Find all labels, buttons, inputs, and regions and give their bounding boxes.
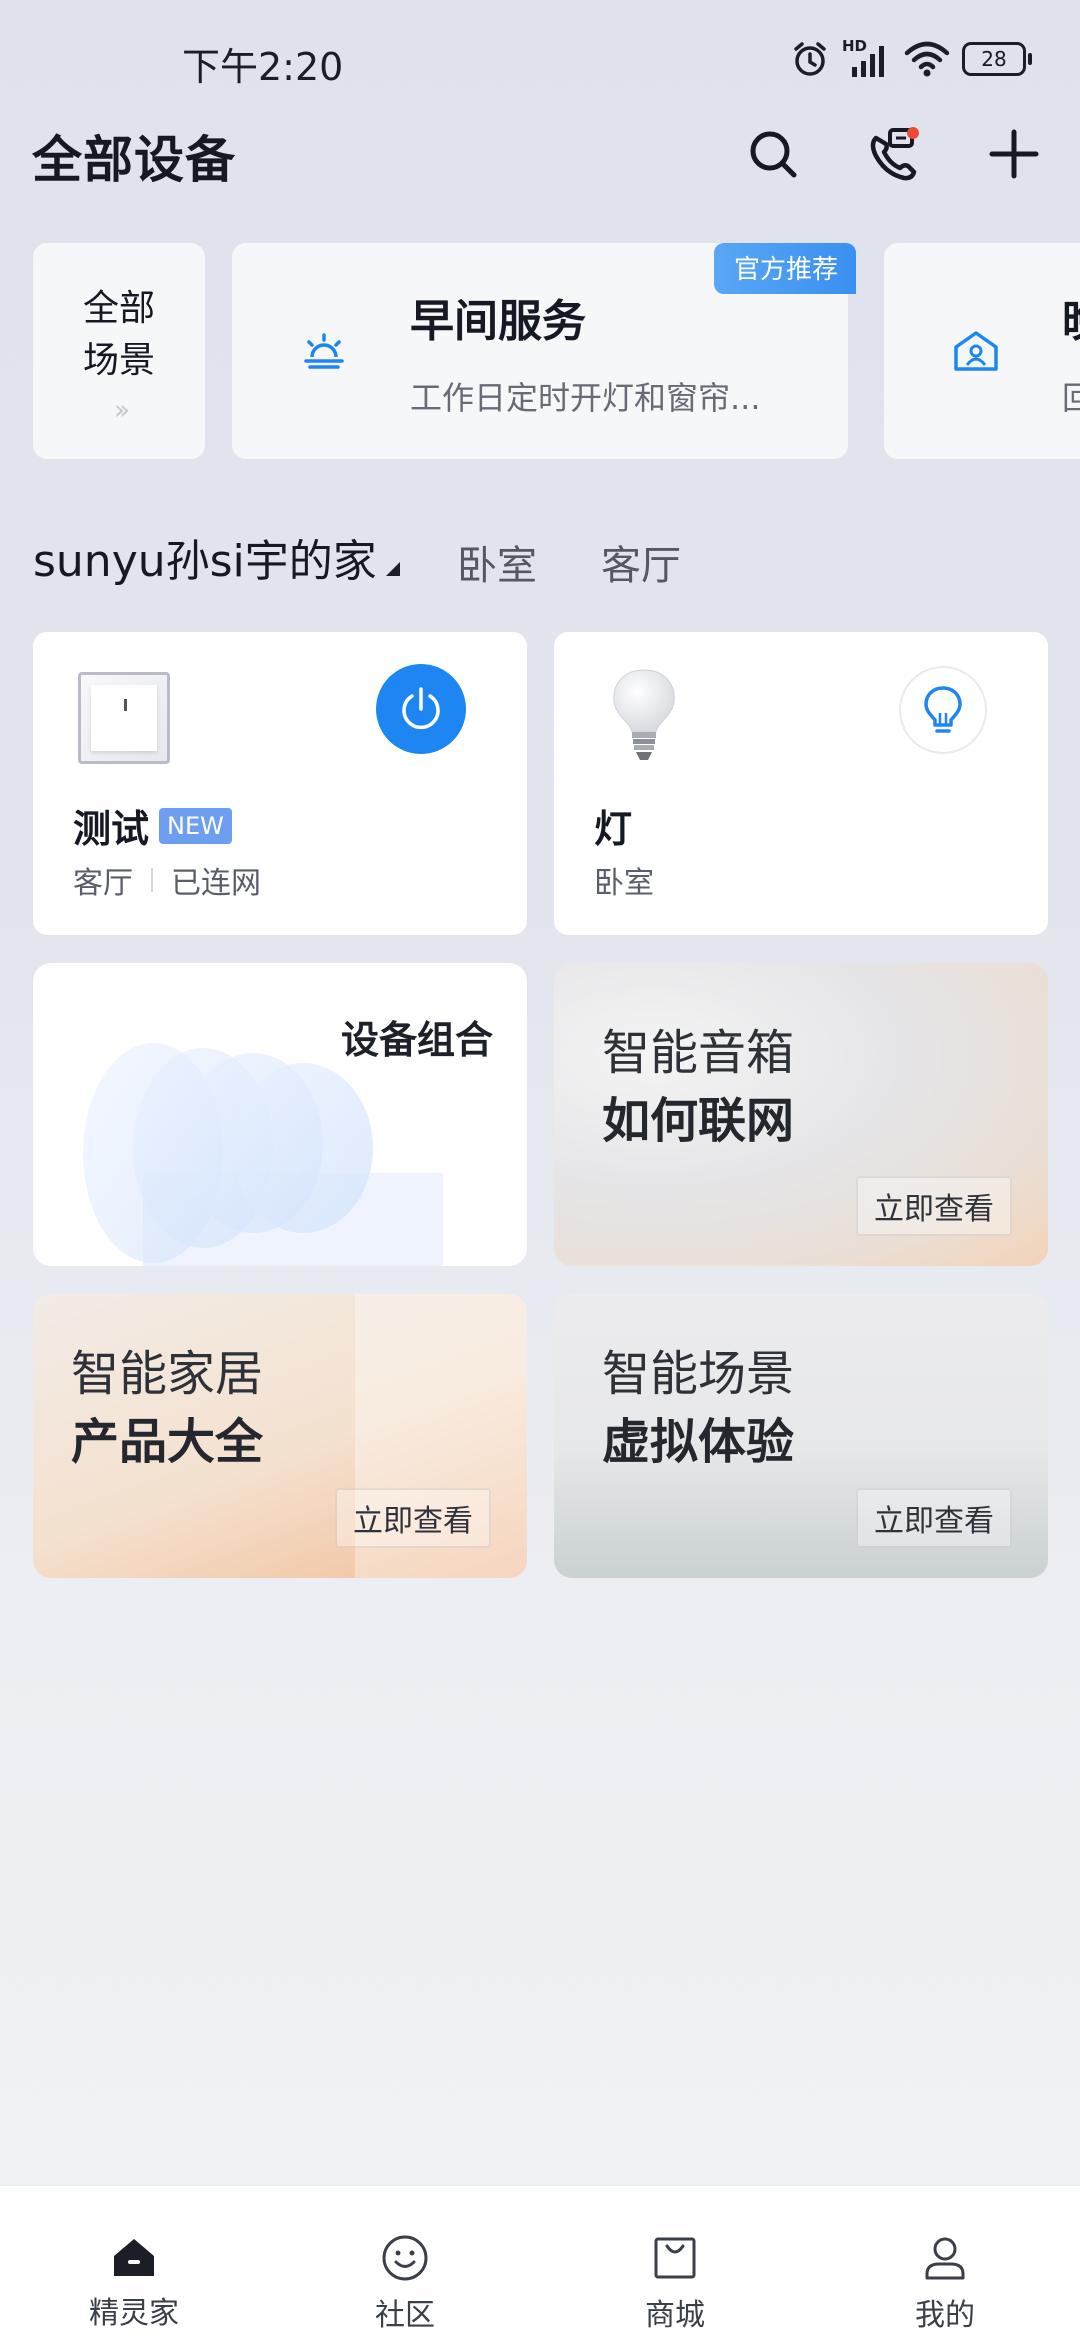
promo-line1: 智能音箱	[602, 1025, 795, 1081]
device-card-light[interactable]: 灯 卧室	[554, 632, 1048, 935]
view-now-button[interactable]: 立即查看	[856, 1176, 1012, 1236]
promo-title: 设备组合	[340, 1018, 493, 1062]
nav-item-store[interactable]: 商城	[575, 2234, 775, 2334]
bottom-nav: 精灵家 社区 商城 我的	[0, 2185, 1080, 2341]
signal-icon: HD	[842, 37, 892, 79]
promo-line2: 产品大全	[71, 1414, 264, 1470]
status-icons: HD 28	[790, 36, 1032, 82]
promo-line2: 虚拟体验	[602, 1414, 795, 1470]
alarm-icon	[794, 42, 826, 76]
shopping-bag-icon	[654, 2237, 696, 2279]
lightbulb-icon	[924, 686, 962, 733]
device-card-test[interactable]: 测试 NEW 客厅 已连网	[33, 632, 527, 935]
official-recommend-badge: 官方推荐	[713, 243, 856, 294]
sunrise-icon	[304, 333, 344, 369]
device-room: 客厅	[73, 866, 133, 901]
scene-title: 早间服务	[410, 296, 586, 347]
promo-smart-speaker[interactable]: 智能音箱 如何联网 立即查看	[554, 963, 1048, 1266]
power-icon	[402, 687, 440, 730]
scene-card-morning[interactable]: 早间服务 工作日定时开灯和窗帘... 官方推荐	[232, 243, 856, 459]
scene-card-evening[interactable]: 晚 回	[884, 243, 1080, 459]
home-selector[interactable]: sunyu孙si宇的家	[33, 525, 377, 589]
nav-label: 精灵家	[89, 2296, 179, 2331]
home-user-icon	[954, 331, 998, 371]
page-title: 全部设备	[32, 131, 236, 189]
device-name: 灯	[594, 807, 633, 851]
wifi-icon	[904, 41, 950, 77]
search-icon	[750, 131, 797, 178]
view-now-button[interactable]: 立即查看	[856, 1488, 1012, 1548]
double-chevron-right-icon: ››	[113, 393, 131, 426]
nav-label: 社区	[375, 2298, 435, 2333]
device-name: 测试	[73, 807, 150, 851]
device-status: 已连网	[171, 866, 261, 901]
all-scenes-label-2: 场景	[82, 340, 155, 381]
power-toggle-button[interactable]	[376, 664, 466, 754]
nav-item-me[interactable]: 我的	[845, 2234, 1045, 2334]
voice-call-button[interactable]	[858, 118, 930, 190]
promo-line2: 如何联网	[602, 1093, 795, 1149]
promo-line1: 智能家居	[71, 1346, 264, 1402]
smile-icon	[382, 2235, 428, 2281]
user-icon	[925, 2237, 965, 2280]
promo-smart-home[interactable]: 智能家居 产品大全 立即查看	[33, 1294, 527, 1578]
scene-title: 晚	[1062, 285, 1080, 349]
nav-label: 我的	[915, 2298, 975, 2333]
add-button[interactable]	[978, 118, 1050, 190]
light-toggle-button[interactable]	[899, 666, 987, 754]
nav-item-community[interactable]: 社区	[305, 2234, 505, 2334]
scene-desc: 工作日定时开灯和窗帘...	[410, 379, 761, 417]
all-scenes-label-1: 全部	[82, 288, 155, 329]
light-bulb-device-icon	[613, 669, 675, 760]
search-button[interactable]	[737, 118, 809, 190]
nav-label: 商城	[645, 2298, 705, 2333]
device-combo-card[interactable]: 设备组合	[33, 963, 527, 1266]
divider	[151, 868, 153, 892]
home-icon	[114, 2239, 154, 2276]
promo-line1: 智能场景	[602, 1346, 795, 1402]
plus-icon	[989, 129, 1039, 179]
status-time: 下午2:20	[182, 45, 344, 89]
new-badge: NEW	[159, 807, 232, 844]
all-scenes-card[interactable]: 全部 场景 ››	[33, 243, 205, 459]
switch-device-icon	[78, 672, 170, 764]
scene-desc: 回	[1062, 379, 1080, 417]
view-now-button[interactable]: 立即查看	[335, 1488, 491, 1548]
promo-smart-scene[interactable]: 智能场景 虚拟体验 立即查看	[554, 1294, 1048, 1578]
caret-down-icon	[386, 562, 400, 576]
battery-icon: 28	[962, 42, 1032, 76]
tab-bedroom[interactable]: 卧室	[457, 533, 537, 591]
device-room: 卧室	[594, 866, 654, 901]
phone-icon	[870, 127, 919, 181]
nav-item-home[interactable]: 精灵家	[34, 2236, 234, 2332]
tab-living-room[interactable]: 客厅	[601, 533, 681, 591]
